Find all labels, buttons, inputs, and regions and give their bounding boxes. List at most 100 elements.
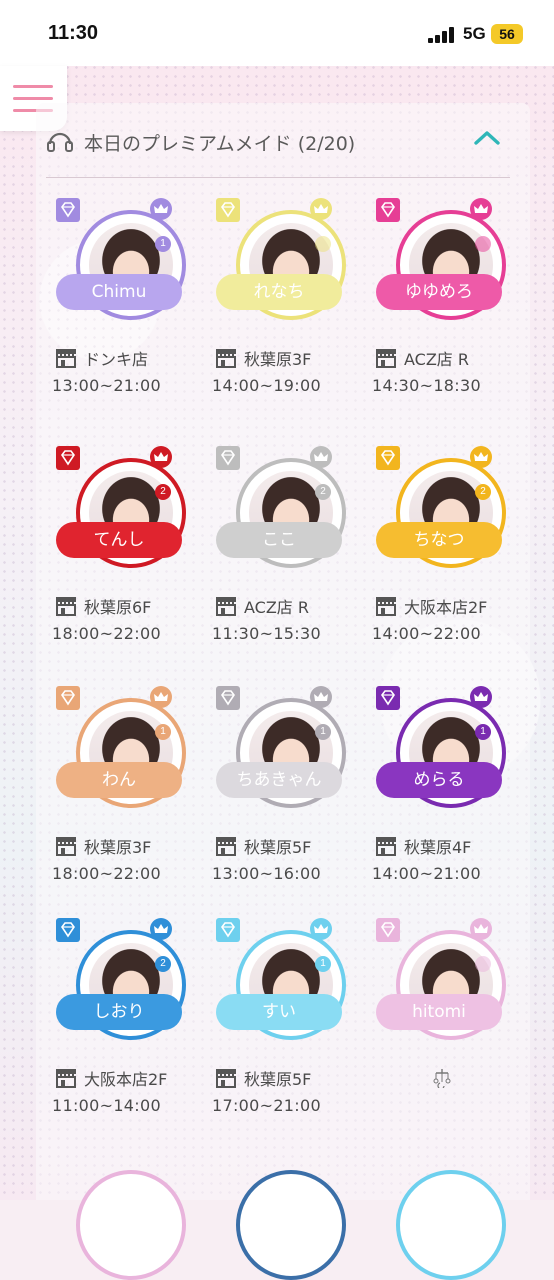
diamond-icon: [216, 446, 240, 470]
maid-card[interactable]: 2 ここ ACZ店 R 11:30~15:30: [212, 446, 376, 686]
store-icon: [216, 597, 236, 616]
store-name: 大阪本店2F: [84, 1070, 168, 1089]
crown-icon: [470, 446, 492, 468]
crown-icon: [310, 198, 332, 220]
maid-card[interactable]: 1 わん秋葉原3F 18:00~22:00: [52, 686, 216, 926]
rank-badge: 1: [155, 724, 171, 740]
diamond-icon: [56, 686, 80, 710]
maid-name[interactable]: しおり: [56, 994, 182, 1030]
maid-card[interactable]: hitomi: [376, 918, 536, 1158]
store-icon: [56, 837, 76, 856]
maid-card[interactable]: ゆゆめろ ACZ店 R 14:30~18:30: [372, 198, 536, 438]
rank-badge: 2: [475, 484, 491, 500]
diamond-icon: [376, 918, 400, 942]
store-name: 大阪本店2F: [404, 598, 488, 617]
work-hours: 11:00~14:00: [52, 1096, 161, 1115]
crown-icon: [310, 446, 332, 468]
panel-title: 本日のプレミアムメイド (2/20): [84, 133, 356, 155]
work-hours: 13:00~16:00: [212, 864, 321, 883]
rank-badge: 1: [315, 956, 331, 972]
store-icon: [216, 349, 236, 368]
battery-icon: 56: [491, 24, 523, 44]
store-icon: [56, 597, 76, 616]
diamond-icon: [56, 918, 80, 942]
maid-card[interactable]: れなち秋葉原3F 14:00~19:00: [212, 198, 376, 438]
maid-name[interactable]: ゆゆめろ: [376, 274, 502, 310]
maid-name[interactable]: ちあきゃん: [216, 762, 342, 798]
maid-name[interactable]: てんし: [56, 522, 182, 558]
work-hours: 14:00~21:00: [372, 864, 481, 883]
store-info: ACZ店 R: [374, 346, 470, 369]
moon-mobile-icon: [433, 1069, 451, 1088]
store-icon: [216, 1069, 236, 1088]
diamond-icon: [376, 198, 400, 222]
crown-icon: [470, 686, 492, 708]
store-name: 秋葉原5F: [244, 838, 312, 857]
store-icon: [376, 837, 396, 856]
panel-header[interactable]: 本日のプレミアムメイド (2/20): [46, 120, 516, 160]
store-name: 秋葉原3F: [84, 838, 152, 857]
maid-card[interactable]: 1 めらる 秋葉原4F 14:00~21:00: [372, 686, 536, 926]
rank-badge: 2: [315, 484, 331, 500]
diamond-icon: [216, 198, 240, 222]
store-info: 大阪本店2F: [54, 1066, 168, 1089]
store-icon: [376, 597, 396, 616]
network-type: 5G: [463, 24, 486, 43]
work-hours: 11:30~15:30: [212, 624, 321, 643]
rank-badge: [315, 236, 331, 252]
store-name: 秋葉原5F: [244, 1070, 312, 1089]
crown-icon: [150, 198, 172, 220]
maid-name[interactable]: すい: [216, 994, 342, 1030]
maid-card[interactable]: 1 すい 秋葉原5F 17:00~21:00: [212, 918, 376, 1158]
maid-card[interactable]: 2 ちなつ大阪本店2F 14:00~22:00: [372, 446, 536, 686]
rank-badge: 2: [155, 484, 171, 500]
status-bar: 11:30 5G 56: [0, 0, 554, 66]
maid-name[interactable]: めらる: [376, 762, 502, 798]
store-info: 秋葉原5F: [214, 1066, 312, 1089]
store-info: ACZ店 R: [214, 594, 310, 617]
maid-card[interactable]: 2 しおり大阪本店2F 11:00~14:00: [52, 918, 216, 1158]
maid-avatar-ring[interactable]: [236, 1170, 346, 1280]
maid-name[interactable]: ここ: [216, 522, 342, 558]
maid-name[interactable]: Chimu: [56, 274, 182, 310]
store-info: 秋葉原3F: [214, 346, 312, 369]
store-name: ドンキ店: [84, 350, 149, 369]
maid-avatar-ring[interactable]: [396, 1170, 506, 1280]
store-name: 秋葉原4F: [404, 838, 472, 857]
crown-icon: [310, 686, 332, 708]
maid-avatar-ring[interactable]: [76, 1170, 186, 1280]
chevron-up-icon[interactable]: [472, 128, 502, 148]
work-hours: 14:00~19:00: [212, 376, 321, 395]
crown-icon: [150, 446, 172, 468]
rank-badge: [475, 236, 491, 252]
maid-name[interactable]: ちなつ: [376, 522, 502, 558]
maid-name[interactable]: hitomi: [376, 994, 502, 1030]
rank-badge: 1: [315, 724, 331, 740]
store-info: 秋葉原5F: [214, 834, 312, 857]
store-name: ACZ店 R: [244, 598, 310, 617]
store-icon: [376, 349, 396, 368]
store-icon: [56, 349, 76, 368]
signal-icon: [428, 27, 458, 43]
store-info: ドンキ店: [54, 346, 149, 369]
store-name: 秋葉原3F: [244, 350, 312, 369]
diamond-icon: [376, 686, 400, 710]
menu-icon: [13, 85, 53, 88]
work-hours: 14:00~22:00: [372, 624, 481, 643]
crown-icon: [470, 918, 492, 940]
crown-icon: [470, 198, 492, 220]
work-hours: 18:00~22:00: [52, 864, 161, 883]
rank-badge: [475, 956, 491, 972]
rank-badge: 2: [155, 956, 171, 972]
work-hours: 14:30~18:30: [372, 376, 481, 395]
store-info: 秋葉原6F: [54, 594, 152, 617]
maid-name[interactable]: わん: [56, 762, 182, 798]
maid-card[interactable]: 1 ちあきゃん秋葉原5F 13:00~16:00: [212, 686, 376, 926]
maid-name[interactable]: れなち: [216, 274, 342, 310]
store-name: 秋葉原6F: [84, 598, 152, 617]
maid-card[interactable]: 1 Chimu ドンキ店 13:00~21:00: [52, 198, 216, 438]
store-name: ACZ店 R: [404, 350, 470, 369]
maid-card[interactable]: 2 てんし 秋葉原6F 18:00~22:00: [52, 446, 216, 686]
store-icon: [56, 1069, 76, 1088]
header-divider: [46, 177, 510, 178]
